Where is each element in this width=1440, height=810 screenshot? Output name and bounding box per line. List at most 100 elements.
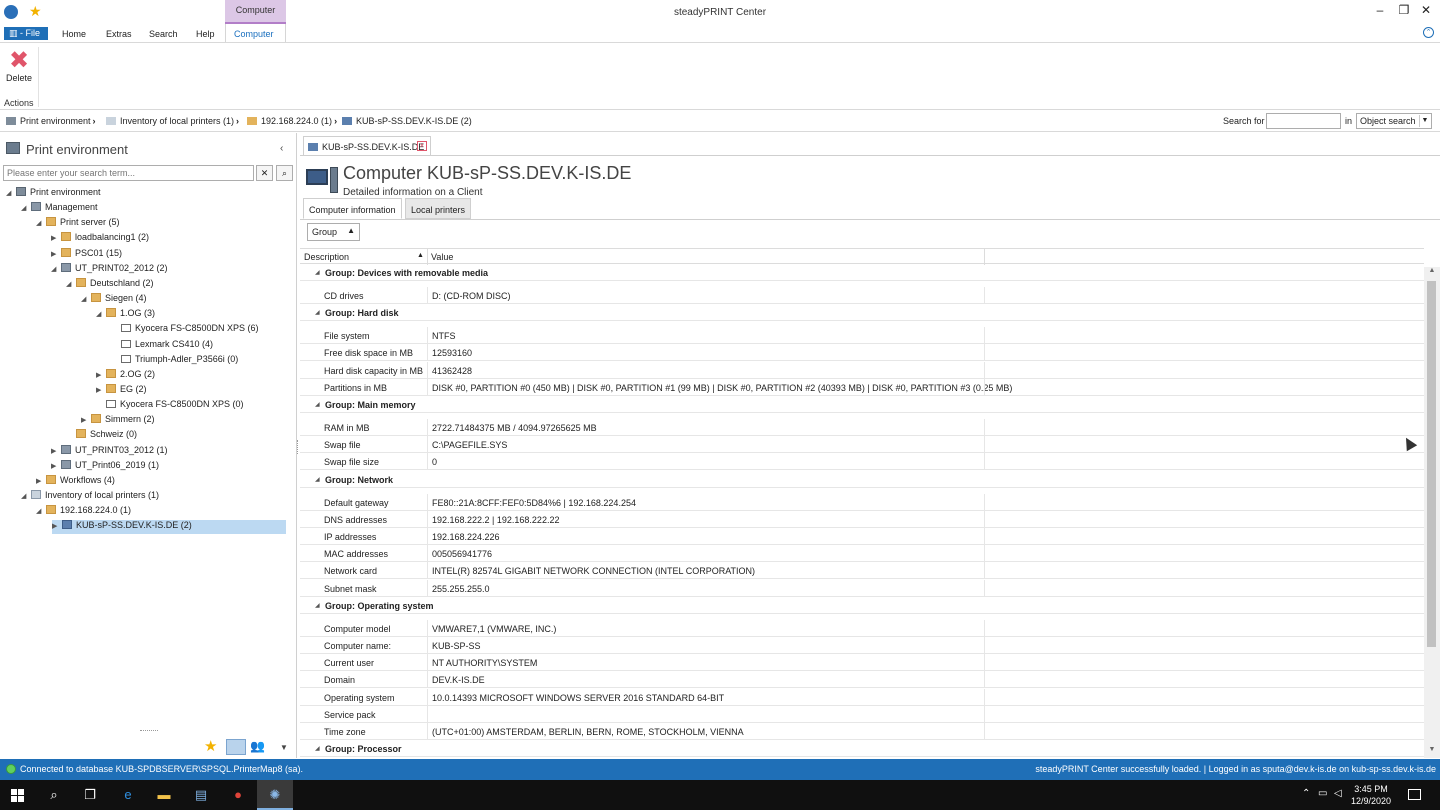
table-row[interactable]: Current user NT AUTHORITY\SYSTEM: [300, 654, 1424, 672]
delete-button[interactable]: ✖ Delete: [4, 49, 34, 89]
table-row[interactable]: Service pack: [300, 705, 1424, 723]
tab-computer[interactable]: Computer: [234, 29, 274, 39]
tree-item[interactable]: Kyocera FS-C8500DN XPS (6): [111, 323, 259, 337]
table-row[interactable]: CD drives D: (CD-ROM DISC): [300, 287, 1424, 304]
tab-extras[interactable]: Extras: [106, 29, 132, 39]
group-row[interactable]: ◢ Group: Devices with removable media: [300, 264, 1424, 281]
table-row[interactable]: Swap file size 0: [300, 453, 1424, 471]
table-row[interactable]: MAC addresses 005056941776: [300, 545, 1424, 563]
panel-grip[interactable]: [140, 730, 158, 732]
collapse-group-icon[interactable]: ◢: [315, 745, 320, 752]
tree-item[interactable]: ▶ Workflows (4): [36, 474, 115, 489]
expand-icon[interactable]: ▶: [52, 522, 62, 530]
search-icon[interactable]: ⌕: [36, 780, 72, 810]
table-row[interactable]: File system NTFS: [300, 327, 1424, 345]
tree-item[interactable]: Lexmark CS410 (4): [111, 339, 213, 353]
tree-item[interactable]: Kyocera FS-C8500DN XPS (0): [96, 399, 244, 413]
collapse-group-icon[interactable]: ◢: [315, 401, 320, 408]
collapse-group-icon[interactable]: ◢: [315, 269, 320, 276]
collapse-icon[interactable]: ◢: [21, 204, 31, 212]
expand-icon[interactable]: ▶: [51, 234, 61, 242]
close-button[interactable]: ✕: [1415, 3, 1437, 21]
app-icon[interactable]: [4, 5, 18, 19]
tab-home[interactable]: Home: [62, 29, 86, 39]
expand-icon[interactable]: ▶: [96, 386, 106, 394]
tree-item[interactable]: ▶ UT_Print06_2019 (1): [51, 459, 159, 474]
collapse-panel-icon[interactable]: ‹: [280, 143, 283, 154]
tree-item[interactable]: ◢ Siegen (4): [81, 293, 147, 307]
collapse-icon[interactable]: ◢: [36, 507, 46, 515]
taskbar-clock[interactable]: 3:45 PM 12/9/2020: [1346, 783, 1396, 807]
restore-button[interactable]: ❐: [1393, 3, 1415, 21]
close-tab-icon[interactable]: ×: [417, 141, 427, 151]
expand-icon[interactable]: ▶: [36, 477, 46, 485]
table-row[interactable]: Network card INTEL(R) 82574L GIGABIT NETW…: [300, 562, 1424, 580]
scroll-thumb[interactable]: [1427, 281, 1436, 647]
tree-item[interactable]: ◢ Inventory of local printers (1): [21, 490, 159, 504]
notification-center-icon[interactable]: [1408, 789, 1421, 800]
table-row[interactable]: Default gateway FE80::21A:8CFF:FEF0:5D84%…: [300, 493, 1424, 511]
expand-icon[interactable]: ▶: [51, 250, 61, 258]
print-environment-view-icon[interactable]: [226, 739, 246, 755]
column-header-description[interactable]: Description: [304, 252, 349, 262]
minimize-button[interactable]: –: [1369, 3, 1391, 21]
expand-icon[interactable]: ▶: [51, 462, 61, 470]
expand-icon[interactable]: ▶: [51, 447, 61, 455]
table-row[interactable]: Hard disk capacity in MB 41362428: [300, 361, 1424, 379]
collapse-group-icon[interactable]: ◢: [315, 602, 320, 609]
collapse-icon[interactable]: ◢: [96, 310, 106, 318]
file-explorer-icon[interactable]: ▬: [146, 780, 182, 810]
tree-item[interactable]: ◢ Print server (5): [36, 217, 120, 231]
tree-item[interactable]: ▶ PSC01 (15): [51, 247, 122, 262]
tree-item[interactable]: Triumph-Adler_P3566i (0): [111, 354, 238, 368]
group-row[interactable]: ◢ Group: Operating system: [300, 597, 1424, 614]
collapse-icon[interactable]: ◢: [21, 492, 31, 500]
search-scope-select[interactable]: Object search ▼: [1356, 113, 1432, 129]
tree-item[interactable]: ◢ Management: [21, 202, 98, 216]
tree-item[interactable]: ◢ 1.OG (3): [96, 308, 155, 322]
group-row[interactable]: ◢ Group: Hard disk: [300, 304, 1424, 322]
expand-icon[interactable]: ▶: [81, 416, 91, 424]
table-row[interactable]: Domain DEV.K-IS.DE: [300, 671, 1424, 689]
volume-icon[interactable]: ◁: [1334, 788, 1342, 799]
tree-item[interactable]: ▶ EG (2): [96, 383, 147, 398]
table-row[interactable]: DNS addresses 192.168.222.2 | 192.168.222…: [300, 510, 1424, 528]
file-menu-button[interactable]: ▥ - File: [4, 27, 48, 40]
collapse-group-icon[interactable]: ◢: [315, 476, 320, 483]
table-row[interactable]: Free disk space in MB 12593160: [300, 344, 1424, 362]
breadcrumb-item[interactable]: KUB-sP-SS.DEV.K-IS.DE (2): [342, 116, 472, 126]
chevron-down-icon[interactable]: ▼: [280, 743, 288, 752]
scroll-up-icon[interactable]: ▲: [1424, 267, 1440, 279]
favorites-star-icon[interactable]: ★: [204, 737, 217, 755]
scroll-down-icon[interactable]: ▼: [1424, 746, 1440, 758]
tree-item[interactable]: ▶ UT_PRINT03_2012 (1): [51, 444, 168, 459]
document-tab[interactable]: KUB-sP-SS.DEV.K-IS.DE ×: [303, 136, 431, 155]
steadyprint-taskbar-icon[interactable]: ✺: [257, 780, 293, 810]
tree-item[interactable]: ◢ 192.168.224.0 (1): [36, 505, 131, 519]
breadcrumb-item[interactable]: Print environment ›: [6, 116, 96, 126]
collapse-group-icon[interactable]: ◢: [315, 309, 320, 316]
expand-icon[interactable]: ▶: [96, 371, 106, 379]
table-row[interactable]: Subnet mask 255.255.255.0: [300, 579, 1424, 597]
server-manager-icon[interactable]: ▤: [183, 780, 219, 810]
group-by-select[interactable]: Group ▲: [307, 223, 360, 241]
table-row[interactable]: Computer model VMWARE7,1 (VMWARE, INC.): [300, 619, 1424, 637]
tab-search[interactable]: Search: [149, 29, 178, 39]
group-row[interactable]: ◢ Group: Network: [300, 471, 1424, 488]
group-row[interactable]: ◢ Group: Processor: [300, 740, 1424, 758]
tab-computer-information[interactable]: Computer information: [303, 198, 402, 219]
tree-item[interactable]: ◢ Print environment: [6, 187, 101, 201]
task-view-icon[interactable]: ❐: [72, 780, 108, 810]
collapse-icon[interactable]: ◢: [36, 219, 46, 227]
table-row[interactable]: Computer name: KUB-SP-SS: [300, 637, 1424, 654]
tree-item[interactable]: ◢ Deutschland (2): [66, 277, 154, 292]
tree-item[interactable]: ▶ 2.OG (2): [96, 368, 155, 383]
collapse-icon[interactable]: ◢: [81, 295, 91, 303]
table-row[interactable]: Time zone (UTC+01:00) AMSTERDAM, BERLIN, …: [300, 723, 1424, 740]
breadcrumb-item[interactable]: 192.168.224.0 (1) ›: [247, 116, 337, 126]
table-row[interactable]: RAM in MB 2722.71484375 MB / 4094.9726562…: [300, 419, 1424, 436]
table-row[interactable]: IP addresses 192.168.224.226: [300, 528, 1424, 545]
breadcrumb-item[interactable]: Inventory of local printers (1) ›: [106, 116, 239, 126]
start-button[interactable]: [0, 780, 36, 810]
table-row[interactable]: Partitions in MB DISK #0, PARTITION #0 (4…: [300, 378, 1424, 396]
